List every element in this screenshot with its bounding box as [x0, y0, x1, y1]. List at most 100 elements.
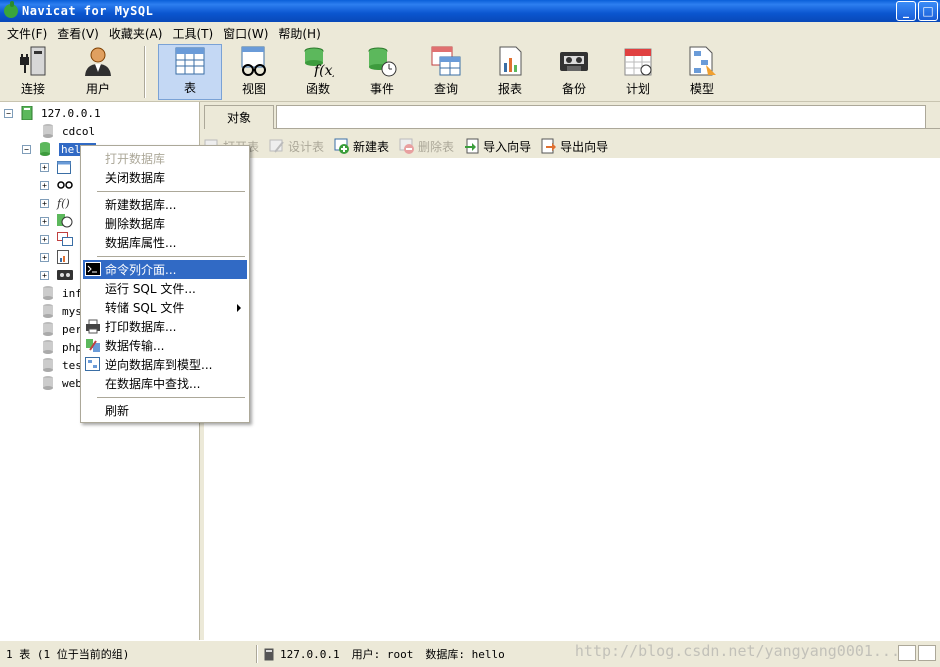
tree-node-tables[interactable]: +: [40, 158, 71, 176]
tree-db-row[interactable]: web: [42, 374, 82, 392]
tree-db-label: tes: [62, 358, 82, 372]
expand-icon[interactable]: +: [40, 234, 49, 244]
status-object-count: 1 表 (1 位于当前的组): [6, 648, 130, 661]
tab-objects[interactable]: 对象: [204, 105, 274, 129]
function-icon: f(x): [301, 44, 335, 78]
new-table-button[interactable]: 新建表: [334, 138, 389, 155]
schedule-button[interactable]: 计划: [606, 44, 670, 100]
view-label: 视图: [241, 82, 266, 96]
expand-icon[interactable]: +: [40, 252, 49, 262]
menu-separator: [97, 191, 245, 192]
menu-help[interactable]: 帮助(H): [273, 25, 325, 42]
function-button[interactable]: f(x) 函数: [286, 44, 350, 100]
tree-db-label: php: [62, 340, 82, 354]
cassette-icon: [57, 270, 73, 280]
object-toolbar: 打开表 设计表 新建表 删除表 导入向导 导出向导: [204, 134, 940, 158]
navicat-logo-icon: [4, 1, 18, 18]
model-label: 模型: [689, 82, 714, 96]
expand-icon[interactable]: +: [40, 162, 49, 172]
expand-icon[interactable]: +: [40, 198, 49, 208]
tree-db-row[interactable]: php: [42, 338, 82, 356]
menu-print-database[interactable]: 打印数据库...: [83, 317, 247, 336]
tree-node-queries[interactable]: +: [40, 230, 73, 248]
printer-icon: [86, 319, 100, 334]
menu-data-transfer[interactable]: 数据传输...: [83, 336, 247, 355]
collapse-icon[interactable]: −: [22, 144, 31, 154]
database-icon: [43, 286, 53, 300]
menu-file[interactable]: 文件(F): [2, 25, 52, 42]
function-icon: f(): [57, 196, 70, 210]
grid-view-icon[interactable]: [898, 645, 916, 661]
minimize-button[interactable]: _: [896, 1, 916, 21]
function-label: 函数: [305, 82, 330, 96]
database-icon: [43, 322, 53, 336]
import-wizard-button[interactable]: 导入向导: [464, 138, 531, 155]
cassette-icon: [557, 44, 591, 78]
menu-view[interactable]: 查看(V): [52, 25, 104, 42]
tree-db-row[interactable]: per: [42, 320, 82, 338]
menu-database-properties[interactable]: 数据库属性...: [83, 233, 247, 252]
view-button[interactable]: 视图: [222, 44, 286, 100]
collapse-icon[interactable]: −: [4, 108, 13, 118]
design-table-label: 设计表: [288, 139, 325, 154]
database-icon: [43, 304, 53, 318]
tree-node-reports[interactable]: +: [40, 248, 69, 266]
user-button[interactable]: 用户: [66, 44, 130, 100]
report-icon: [493, 44, 527, 78]
tree-node-views[interactable]: +: [40, 176, 73, 194]
object-list-area[interactable]: [204, 158, 940, 640]
event-label: 事件: [369, 82, 394, 96]
menu-console[interactable]: 命令列介面...: [83, 260, 247, 279]
menu-delete-database[interactable]: 删除数据库: [83, 214, 247, 233]
menu-reverse-to-model[interactable]: 逆向数据库到模型...: [83, 355, 247, 374]
menu-tools[interactable]: 工具(T): [167, 25, 218, 42]
menu-refresh[interactable]: 刷新: [83, 401, 247, 420]
tree-db-row[interactable]: mys: [42, 302, 82, 320]
expand-icon[interactable]: +: [40, 180, 49, 190]
menu-reverse-label: 逆向数据库到模型...: [105, 358, 213, 372]
tree-db-row[interactable]: inf: [42, 284, 82, 302]
model-button[interactable]: 模型: [670, 44, 734, 100]
menu-dump-sql-file[interactable]: 转储 SQL 文件: [83, 298, 247, 317]
export-wizard-button[interactable]: 导出向导: [541, 138, 608, 155]
import-wizard-label: 导入向导: [483, 139, 532, 154]
database-icon: [43, 376, 53, 390]
menu-new-database[interactable]: 新建数据库...: [83, 195, 247, 214]
menu-window[interactable]: 窗口(W): [218, 25, 273, 42]
table-button[interactable]: 表: [158, 44, 222, 100]
tree-db-label: cdcol: [62, 124, 96, 138]
query-button[interactable]: 查询: [414, 44, 478, 100]
query-label: 查询: [433, 82, 458, 96]
event-button[interactable]: 事件: [350, 44, 414, 100]
menu-open-database[interactable]: 打开数据库: [83, 149, 247, 168]
tree-db-row[interactable]: cdcol: [42, 122, 95, 140]
delete-table-button[interactable]: 删除表: [399, 138, 454, 155]
database-icon: [43, 340, 53, 354]
toolbar-separator: [144, 46, 146, 98]
query-icon: [57, 232, 73, 246]
menu-separator: [97, 397, 245, 398]
export-icon: [541, 138, 557, 154]
connect-button[interactable]: 连接: [0, 44, 66, 100]
menu-run-sql-file[interactable]: 运行 SQL 文件...: [83, 279, 247, 298]
report-button[interactable]: 报表: [478, 44, 542, 100]
new-table-icon: [334, 138, 350, 154]
backup-button[interactable]: 备份: [542, 44, 606, 100]
menu-print-label: 打印数据库...: [105, 320, 177, 334]
expand-icon[interactable]: +: [40, 216, 49, 226]
submenu-arrow-icon: [237, 304, 241, 312]
tree-db-row[interactable]: tes: [42, 356, 82, 374]
tree-node-backups[interactable]: +: [40, 266, 73, 284]
expand-icon[interactable]: +: [40, 270, 49, 280]
calendar-icon: [621, 44, 655, 78]
menu-close-database[interactable]: 关闭数据库: [83, 168, 247, 187]
maximize-button[interactable]: □: [918, 1, 938, 21]
list-view-icon[interactable]: [918, 645, 936, 661]
design-table-button[interactable]: 设计表: [269, 138, 324, 155]
tree-node-functions[interactable]: + f(): [40, 194, 70, 212]
delete-table-icon: [399, 138, 415, 154]
menu-favorites[interactable]: 收藏夹(A): [104, 25, 168, 42]
tree-node-events[interactable]: +: [40, 212, 73, 230]
tree-connection-row[interactable]: − 127.0.0.1: [4, 104, 101, 122]
menu-find-in-database[interactable]: 在数据库中查找...: [83, 374, 247, 393]
